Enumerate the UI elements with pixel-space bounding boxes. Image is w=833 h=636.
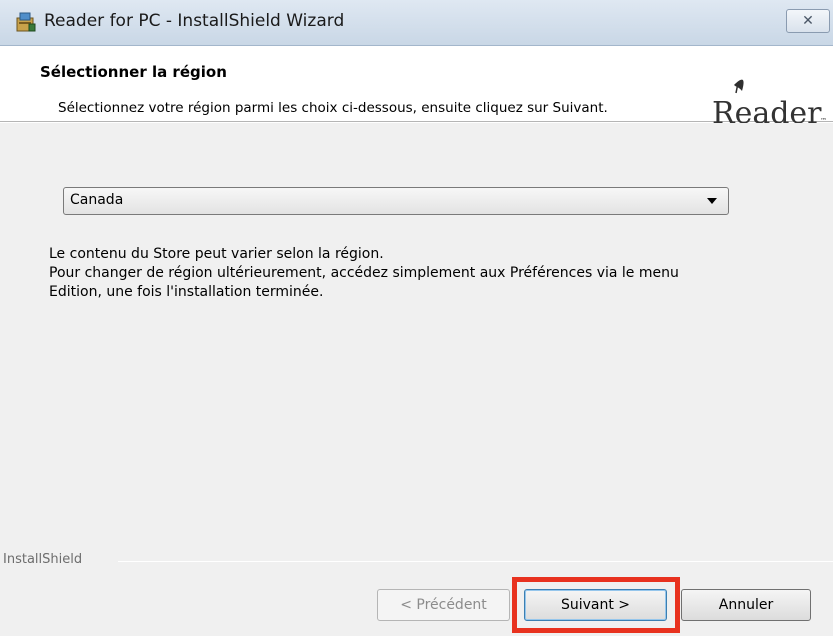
previous-button[interactable]: < Précédent bbox=[377, 589, 510, 621]
info-line: Le contenu du Store peut varier selon la… bbox=[49, 246, 384, 262]
info-line: Edition, une fois l'installation terminé… bbox=[49, 284, 324, 300]
chevron-down-icon bbox=[707, 198, 717, 204]
window-title: Reader for PC - InstallShield Wizard bbox=[44, 11, 345, 31]
title-bar: Reader for PC - InstallShield Wizard ✕ bbox=[0, 0, 833, 46]
close-icon: ✕ bbox=[802, 13, 814, 29]
page-subtitle: Sélectionnez votre région parmi les choi… bbox=[58, 100, 608, 116]
close-button[interactable]: ✕ bbox=[786, 9, 830, 33]
wizard-header: Sélectionner la région Sélectionnez votr… bbox=[0, 47, 833, 131]
region-selected-value: Canada bbox=[70, 192, 124, 208]
page-title: Sélectionner la région bbox=[40, 63, 227, 81]
region-info-text: Le contenu du Store peut varier selon la… bbox=[49, 245, 809, 302]
separator-line bbox=[118, 561, 833, 562]
installshield-separator: InstallShield bbox=[0, 548, 833, 568]
region-dropdown[interactable]: Canada bbox=[63, 187, 729, 215]
info-line: Pour changer de région ultérieurement, a… bbox=[49, 265, 679, 281]
installer-app-icon bbox=[16, 12, 36, 32]
installshield-brand: InstallShield bbox=[3, 552, 83, 567]
next-button-highlight bbox=[512, 577, 680, 633]
cancel-button[interactable]: Annuler bbox=[681, 589, 811, 621]
